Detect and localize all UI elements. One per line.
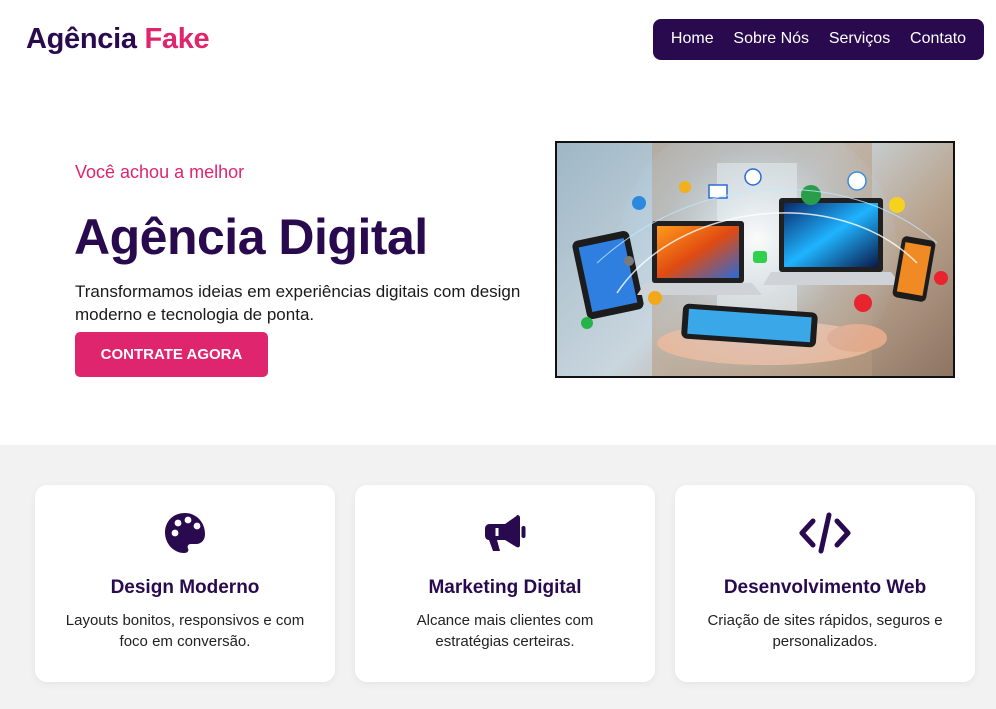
hire-now-button[interactable]: CONTRATE AGORA [75, 332, 268, 377]
code-icon [675, 511, 975, 559]
hero-title: Agência Digital [74, 209, 428, 265]
services-section: Design Moderno Layouts bonitos, responsi… [0, 445, 996, 709]
logo-accent: Fake [144, 22, 210, 55]
hero-image [555, 141, 955, 378]
nav-contact-link[interactable]: Contato [910, 30, 966, 48]
main-nav: Home Sobre Nós Serviços Contato [653, 18, 984, 60]
service-title: Desenvolvimento Web [723, 577, 927, 598]
service-card-marketing: Marketing Digital Alcance mais clientes … [355, 485, 655, 682]
hero-description: Transformamos ideias em experiências dig… [75, 282, 521, 324]
megaphone-icon [355, 511, 655, 559]
service-title: Marketing Digital [428, 577, 582, 598]
service-text: Layouts bonitos, responsivos e com foco … [65, 612, 305, 650]
logo[interactable]: Agência Fake [26, 22, 210, 56]
service-text: Alcance mais clientes com estratégias ce… [416, 612, 594, 650]
hero-section: Você achou a melhor Agência Digital Tran… [0, 78, 996, 445]
digital-devices-illustration [572, 143, 948, 376]
service-title: Design Moderno [110, 577, 260, 598]
nav-home-link[interactable]: Home [671, 30, 714, 48]
hero-eyebrow: Você achou a melhor [75, 162, 245, 182]
palette-icon [35, 511, 335, 559]
nav-services-link[interactable]: Serviços [829, 30, 890, 48]
service-card-web: Desenvolvimento Web Criação de sites ráp… [675, 485, 975, 682]
nav-about-link[interactable]: Sobre Nós [733, 30, 809, 48]
service-text: Criação de sites rápidos, seguros e pers… [707, 612, 943, 650]
site-header: Agência Fake Home Sobre Nós Serviços Con… [0, 0, 996, 78]
service-card-design: Design Moderno Layouts bonitos, responsi… [35, 485, 335, 682]
logo-main: Agência [26, 22, 137, 55]
